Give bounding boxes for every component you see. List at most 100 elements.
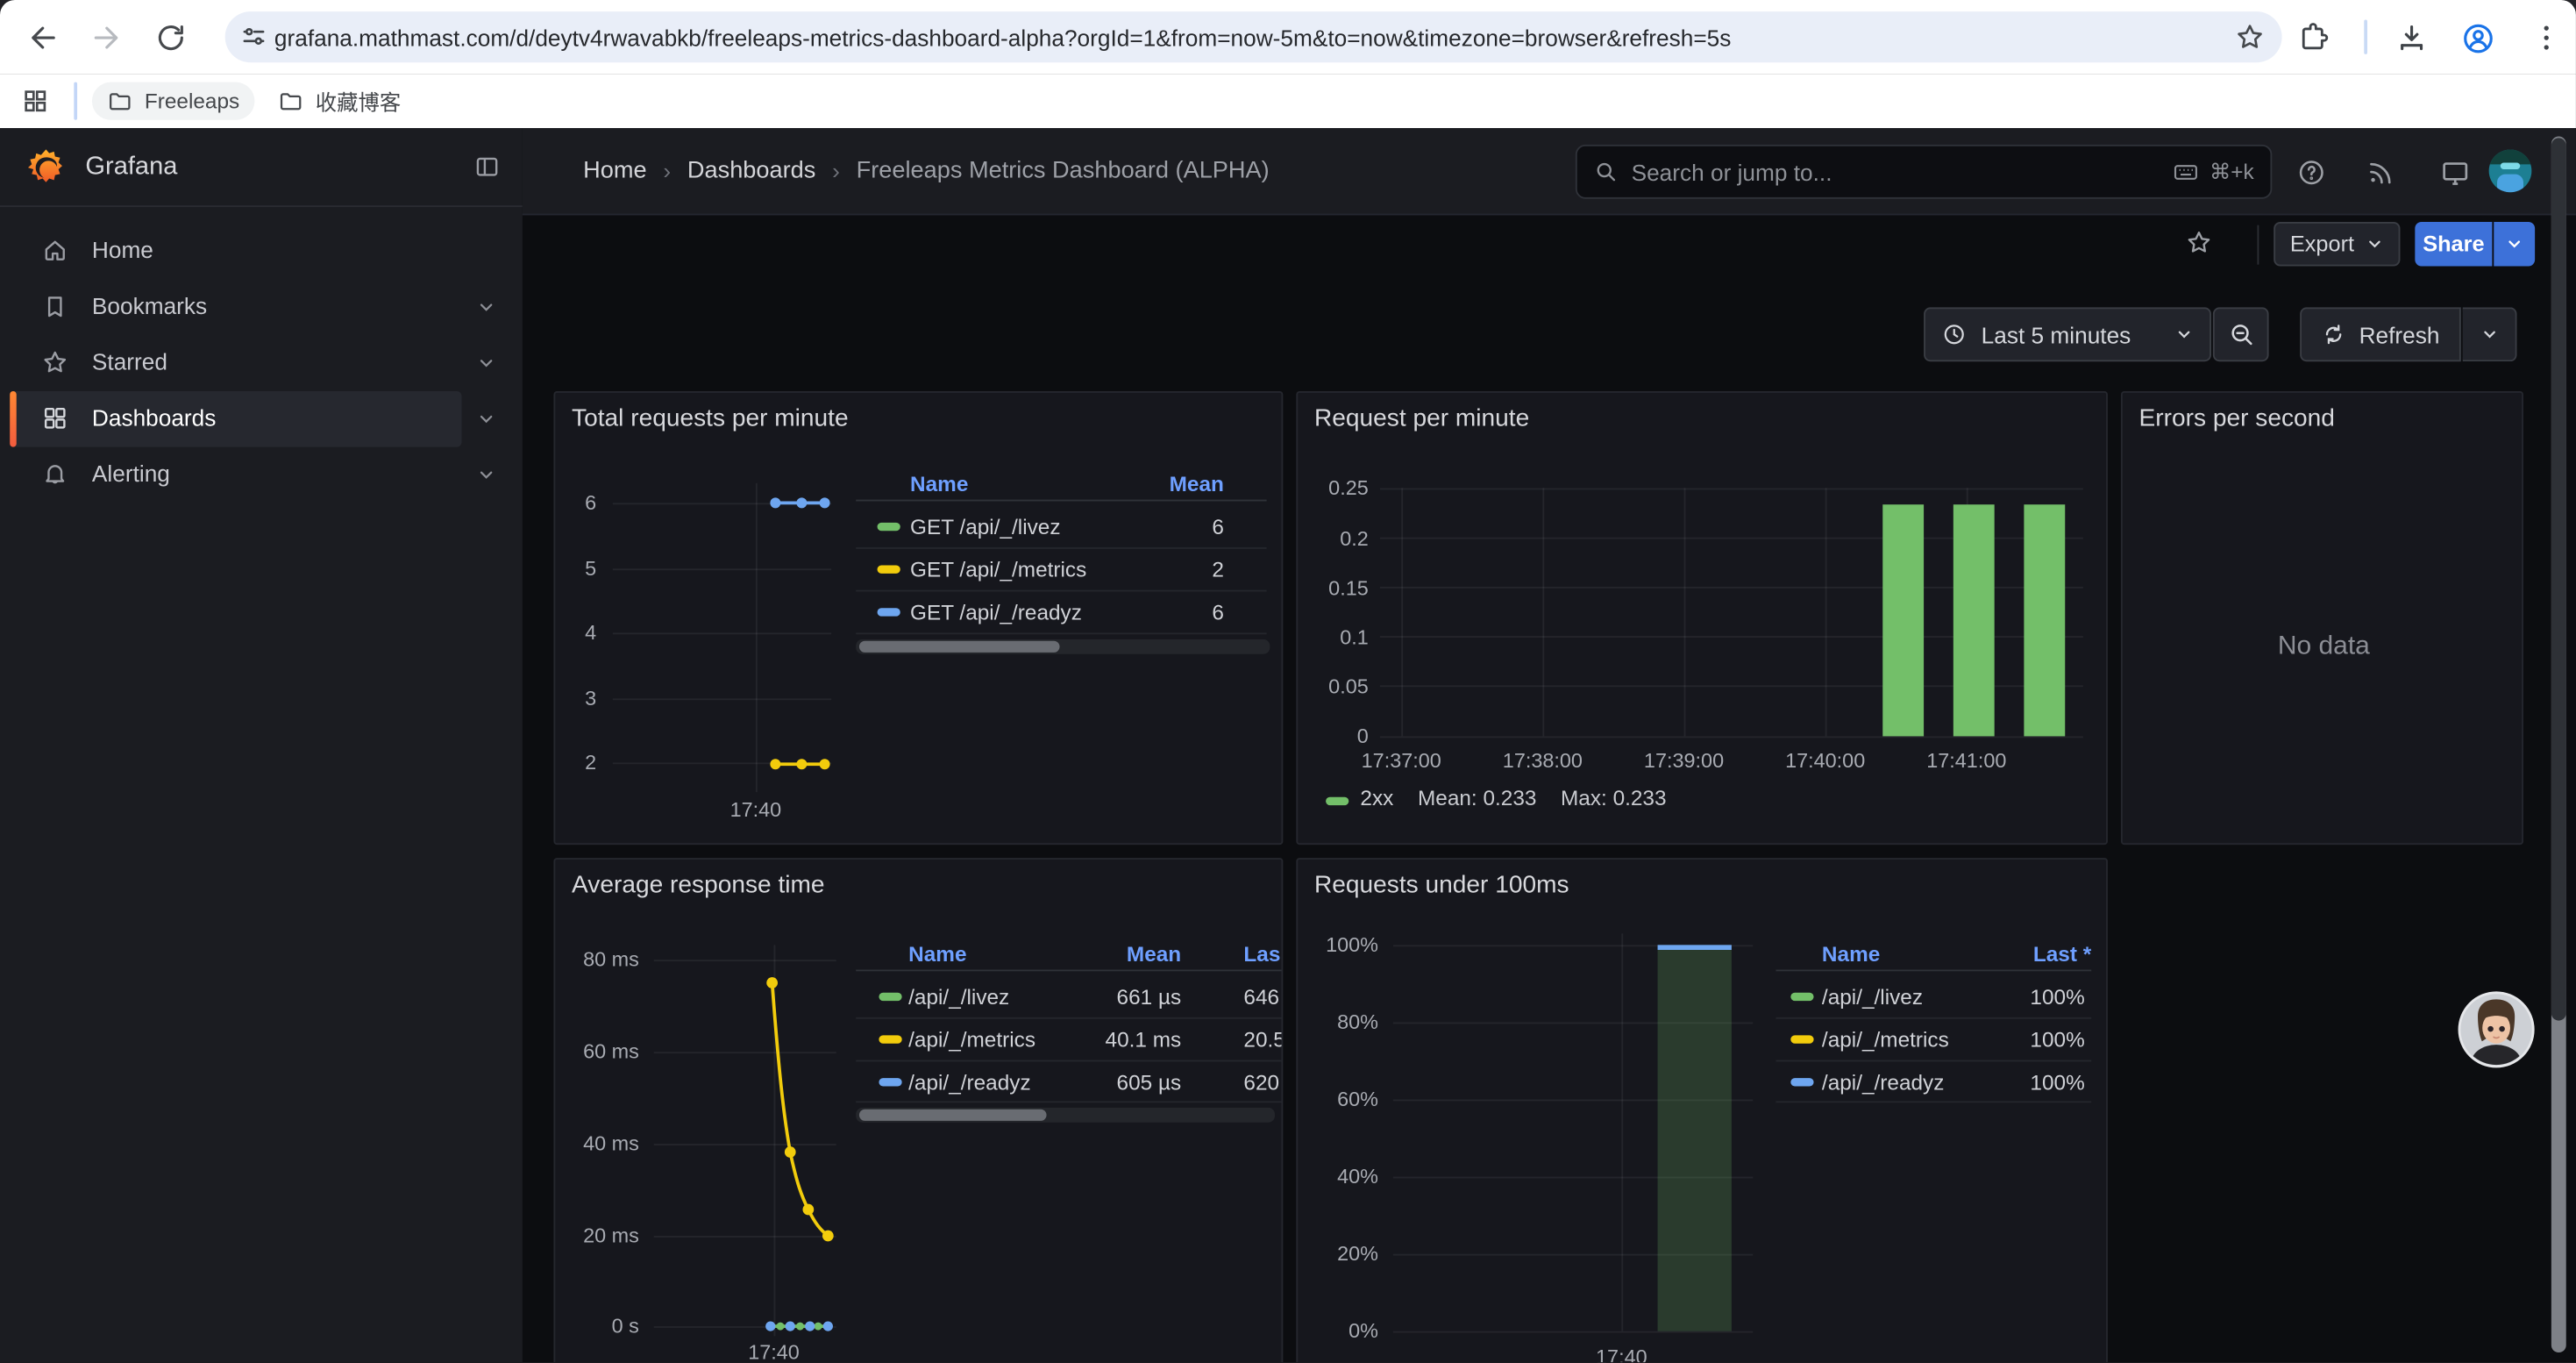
series-swatch[interactable] — [1790, 1035, 1813, 1043]
y-tick: 60% — [1306, 1088, 1378, 1110]
help-icon[interactable] — [2296, 158, 2326, 188]
sidebar-item-home[interactable]: Home — [0, 224, 523, 280]
legend-row-label[interactable]: /api/_/metrics — [908, 1027, 1035, 1052]
sidebar-item-bookmarks[interactable]: Bookmarks — [0, 280, 523, 336]
apps-grid-icon[interactable] — [21, 87, 49, 115]
zoom-out-button[interactable] — [2213, 307, 2269, 361]
legend-scrollbar-thumb[interactable] — [859, 1110, 1047, 1121]
panel-title[interactable]: Average response time — [572, 871, 825, 899]
sidebar-item-starred[interactable]: Starred — [0, 335, 523, 391]
gridline — [1380, 736, 2083, 738]
url-text[interactable]: grafana.mathmast.com/d/deytv4rwavabkb/fr… — [274, 25, 2230, 51]
series-swatch[interactable] — [1790, 993, 1813, 1001]
panel-title[interactable]: Requests under 100ms — [1314, 871, 1569, 899]
reload-icon[interactable] — [154, 21, 187, 54]
monitor-icon[interactable] — [2439, 158, 2469, 188]
series-swatch[interactable] — [1790, 1078, 1813, 1086]
search-shortcut: ⌘+k — [2210, 159, 2254, 185]
y-tick: 6 — [564, 491, 596, 514]
sidebar-item-alerting[interactable]: Alerting — [0, 447, 523, 503]
menu-icon[interactable] — [2530, 21, 2562, 54]
legend-row-label[interactable]: /api/_/readyz — [908, 1070, 1030, 1095]
x-tick: 17:39:00 — [1626, 749, 1741, 772]
legend-row-label[interactable]: /api/_/readyz — [1822, 1070, 1944, 1095]
time-range-picker[interactable]: Last 5 minutes — [1924, 307, 2211, 361]
refresh-button[interactable]: Refresh — [2300, 307, 2461, 361]
legend-scrollbar-thumb[interactable] — [859, 641, 1060, 653]
grafana-header: Home › Dashboards › Freeleaps Metrics Da… — [523, 128, 2576, 215]
search-box[interactable]: ⌘+k — [1576, 145, 2272, 199]
bookmark-folder-freeleaps[interactable]: Freeleaps — [92, 82, 254, 120]
legend-series-label[interactable]: 2xx — [1360, 786, 1393, 810]
y-tick: 4 — [564, 621, 596, 644]
breadcrumb-home[interactable]: Home — [583, 158, 646, 184]
chevron-down-icon[interactable] — [476, 353, 495, 373]
forward-icon[interactable] — [90, 21, 123, 54]
panel-title[interactable]: Request per minute — [1314, 404, 1529, 432]
chevron-down-icon[interactable] — [476, 297, 495, 317]
search-input[interactable] — [1632, 159, 2172, 185]
y-tick: 0.1 — [1303, 626, 1369, 649]
legend-row-separator — [856, 1017, 1283, 1019]
sidebar-item-label: Home — [92, 237, 153, 263]
profile-icon[interactable] — [2461, 21, 2494, 54]
legend-row-label[interactable]: GET /api/_/livez — [910, 514, 1061, 539]
floating-assistant-avatar[interactable] — [2458, 991, 2535, 1068]
sidebar-item-dashboards[interactable]: Dashboards — [0, 391, 523, 447]
bookmark-star-icon[interactable] — [2234, 21, 2266, 53]
legend-header-last[interactable]: Last * — [1960, 942, 2091, 967]
bookmark-icon — [41, 293, 69, 321]
bookmark-folder-blogs[interactable]: 收藏博客 — [263, 82, 416, 120]
legend-header-mean[interactable]: Mean — [1048, 942, 1181, 967]
page-scrollbar-thumb[interactable] — [2551, 138, 2566, 1020]
user-avatar[interactable] — [2489, 150, 2532, 193]
series-swatch[interactable] — [879, 1035, 901, 1043]
legend-row-value: 100% — [1960, 1027, 2084, 1052]
legend-row-value: 2 — [1098, 557, 1224, 582]
share-menu-button[interactable] — [2494, 222, 2535, 267]
panel-title[interactable]: Total requests per minute — [572, 404, 849, 432]
bookmarks-divider — [74, 82, 77, 120]
site-settings-icon[interactable] — [240, 23, 268, 51]
y-tick: 40 ms — [564, 1132, 639, 1155]
legend-row-label[interactable]: /api/_/livez — [908, 984, 1009, 1009]
collapse-sidebar-icon[interactable] — [473, 153, 502, 181]
series-swatch[interactable] — [1326, 797, 1348, 805]
chevron-down-icon[interactable] — [476, 465, 495, 484]
legend-row-label[interactable]: GET /api/_/readyz — [910, 600, 1082, 624]
grafana-logo-icon[interactable] — [25, 146, 68, 189]
refresh-interval-button[interactable] — [2463, 307, 2517, 361]
chevron-down-icon — [2505, 235, 2523, 253]
series-swatch[interactable] — [879, 993, 901, 1001]
address-bar[interactable]: grafana.mathmast.com/d/deytv4rwavabkb/fr… — [225, 11, 2282, 62]
y-tick: 0.25 — [1303, 476, 1369, 499]
legend-header-mean[interactable]: Mean — [1098, 472, 1224, 496]
series-swatch[interactable] — [878, 523, 900, 531]
legend-row-label[interactable]: /api/_/metrics — [1822, 1027, 1949, 1052]
bookmarks-bar: Freeleaps 收藏博客 — [0, 74, 2576, 128]
legend-header-name[interactable]: Name — [910, 472, 968, 496]
legend-row-label[interactable]: GET /api/_/metrics — [910, 557, 1086, 582]
gridline — [613, 762, 831, 764]
download-icon[interactable] — [2395, 21, 2428, 54]
gridline — [1380, 488, 2083, 489]
share-button[interactable]: Share — [2415, 222, 2492, 267]
chevron-down-icon[interactable] — [476, 410, 495, 429]
export-button[interactable]: Export — [2274, 222, 2400, 267]
favorite-dashboard-star-icon[interactable] — [2185, 228, 2213, 256]
series-swatch[interactable] — [878, 608, 900, 616]
series-swatch[interactable] — [878, 566, 900, 574]
legend-header-name[interactable]: Name — [908, 942, 966, 967]
legend-row-last: 646 — [1243, 984, 1283, 1009]
news-rss-icon[interactable] — [2366, 158, 2395, 188]
panel-title[interactable]: Errors per second — [2139, 404, 2335, 432]
back-icon[interactable] — [26, 21, 59, 54]
legend-row-label[interactable]: /api/_/livez — [1822, 984, 1923, 1009]
extensions-icon[interactable] — [2296, 21, 2329, 54]
legend-header-name[interactable]: Name — [1822, 942, 1880, 967]
gridline — [1684, 488, 1686, 736]
y-tick: 0.15 — [1303, 577, 1369, 600]
breadcrumb-dashboards[interactable]: Dashboards — [687, 158, 815, 184]
series-swatch[interactable] — [879, 1078, 901, 1086]
legend-header-last[interactable]: Las — [1243, 942, 1280, 967]
